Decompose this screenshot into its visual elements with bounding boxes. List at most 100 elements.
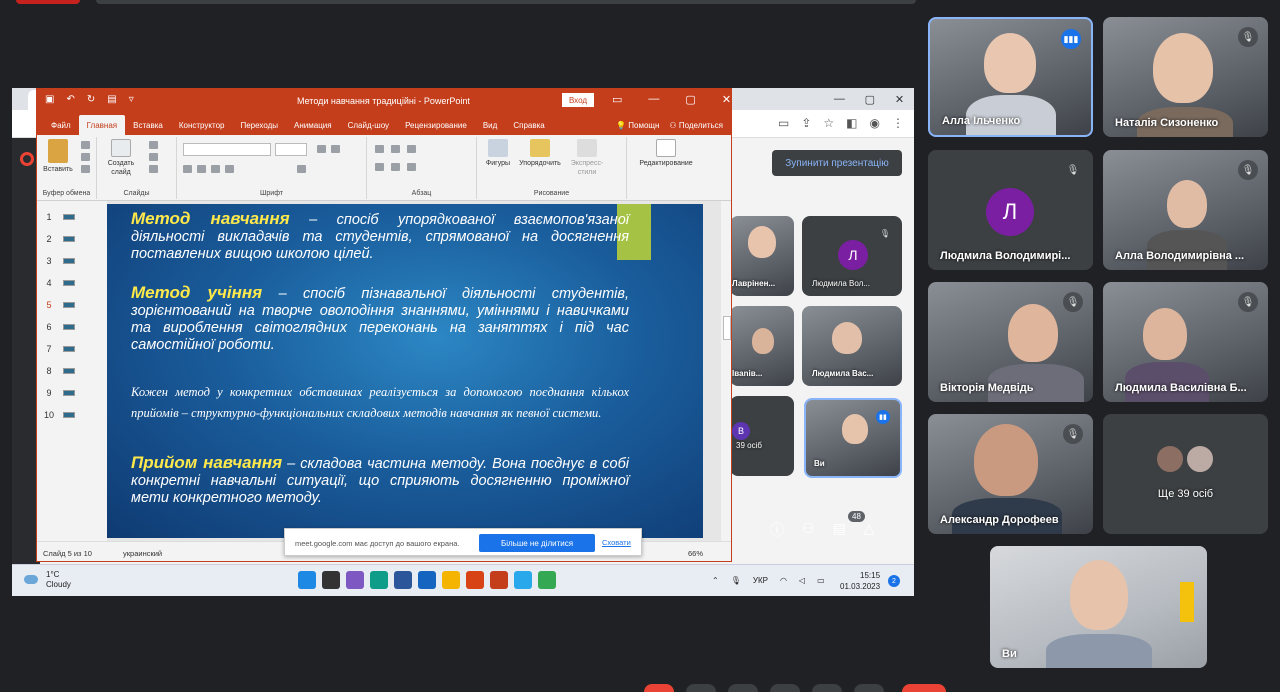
copy-icon[interactable] (81, 153, 90, 161)
self-view-tile[interactable]: Ви (990, 546, 1207, 668)
undo-icon[interactable]: ↶ (66, 94, 74, 105)
task-view-icon[interactable] (322, 571, 340, 589)
font-color-icon[interactable] (297, 165, 306, 173)
underline-icon[interactable] (211, 165, 220, 173)
microphone-icon[interactable]: 🎙 (731, 576, 741, 585)
start-icon[interactable] (298, 571, 316, 589)
hide-notice-link[interactable]: Сховати (602, 538, 631, 547)
italic-icon[interactable] (197, 165, 206, 173)
powerpoint-icon[interactable] (490, 571, 508, 589)
help-search[interactable]: 💡 Помощн (616, 121, 659, 130)
share-icon[interactable]: ⇪ (801, 116, 811, 130)
chevron-up-icon[interactable]: ⌃ (712, 576, 719, 585)
scroll-thumb[interactable] (723, 316, 731, 340)
slide-thumbnail[interactable]: 8 (37, 361, 107, 383)
battery-icon[interactable]: ▭ (817, 576, 825, 585)
close-icon[interactable]: ✕ (895, 93, 904, 106)
chrome-icon[interactable] (538, 571, 556, 589)
info-icon[interactable]: ⓘ (770, 520, 784, 540)
explorer-icon[interactable] (442, 571, 460, 589)
indent-icon[interactable] (407, 145, 416, 153)
weather-widget[interactable]: 1°C Cloudy (46, 570, 71, 590)
slide-thumbnail[interactable]: 1 (37, 207, 107, 229)
section-icon[interactable] (149, 165, 158, 173)
participant-tile-ludmyla-vol[interactable]: Л 🎙 Людмила Володимирі... (928, 150, 1093, 270)
camera-button[interactable] (686, 684, 716, 692)
slide-scrollbar[interactable] (721, 201, 731, 541)
strike-icon[interactable] (225, 165, 234, 173)
tab-file[interactable]: Файл (43, 121, 79, 135)
stop-presenting-button[interactable]: Зупинити презентацію (772, 150, 902, 176)
reset-icon[interactable] (149, 153, 158, 161)
ribbon-display-icon[interactable]: ▭ (612, 93, 622, 106)
telegram-icon[interactable] (514, 571, 532, 589)
mic-button[interactable] (644, 684, 674, 692)
teams-icon[interactable] (346, 571, 364, 589)
slide-thumbnail[interactable]: 4 (37, 273, 107, 295)
volume-icon[interactable]: ◁ (799, 576, 805, 585)
decrease-font-icon[interactable] (331, 145, 340, 153)
slide-thumbnail[interactable]: 6 (37, 317, 107, 339)
arrange-button[interactable]: Упорядочить (517, 139, 563, 168)
align-center-icon[interactable] (391, 163, 400, 171)
participant-tile-ludmyla-vas[interactable]: 🎙 Людмила Василівна Б... (1103, 282, 1268, 402)
leave-call-button[interactable] (902, 684, 946, 692)
participant-tile-alla-vol[interactable]: 🎙 Алла Володимирівна ... (1103, 150, 1268, 270)
more-options-button[interactable] (854, 684, 884, 692)
tab-slideshow[interactable]: Слайд-шоу (340, 121, 397, 135)
tab-design[interactable]: Конструктор (171, 121, 233, 135)
numbering-icon[interactable] (391, 145, 400, 153)
editing-button[interactable]: Редактирование (631, 139, 701, 168)
slide-thumbnail[interactable]: 7 (37, 339, 107, 361)
present-icon[interactable]: ▤ (107, 94, 116, 105)
quick-styles-button[interactable]: Экспресс-стили (567, 139, 607, 177)
participant-tile-alexander[interactable]: 🎙 Александр Дорофеев (928, 414, 1093, 534)
bullets-icon[interactable] (375, 145, 384, 153)
star-icon[interactable]: ☆ (823, 116, 834, 130)
people-button[interactable]: ⚇ 48 (802, 511, 865, 540)
participant-tile-natalia[interactable]: 🎙 Наталія Сизоненко (1103, 17, 1268, 137)
redo-icon[interactable]: ↻ (87, 94, 95, 105)
font-size-select[interactable] (275, 143, 307, 156)
font-name-select[interactable] (183, 143, 271, 156)
minimize-icon[interactable]: — (648, 93, 659, 106)
participant-tile-viktoria[interactable]: 🎙 Вікторія Медвідь (928, 282, 1093, 402)
tab-help[interactable]: Справка (505, 121, 552, 135)
tab-insert[interactable]: Вставка (125, 121, 171, 135)
tab-transitions[interactable]: Переходы (232, 121, 286, 135)
stop-sharing-button[interactable]: Більше не ділитися (479, 534, 595, 552)
layout-icon[interactable] (149, 141, 158, 149)
close-icon[interactable]: ✕ (722, 93, 731, 106)
chat-icon[interactable]: ▤ (833, 520, 846, 540)
bold-icon[interactable] (183, 165, 192, 173)
maximize-icon[interactable]: ▢ (865, 93, 875, 106)
participant-tile-more[interactable]: Ще 39 осіб (1103, 414, 1268, 534)
sign-in-button[interactable]: Вход (562, 93, 594, 107)
share-button[interactable]: ⚇ Поделиться (669, 121, 723, 130)
tab-animations[interactable]: Анимация (286, 121, 340, 135)
edge-icon[interactable] (370, 571, 388, 589)
slide-thumbnail[interactable]: 10 (37, 405, 107, 427)
participant-tile-alla-ilchenko[interactable]: ▮▮▮ Алла Ільченко (928, 17, 1093, 137)
app-icon[interactable] (466, 571, 484, 589)
tab-home[interactable]: Главная (78, 115, 126, 135)
save-icon[interactable]: ▣ (45, 94, 54, 105)
slide-thumbnail[interactable]: 2 (37, 229, 107, 251)
present-button[interactable] (812, 684, 842, 692)
tab-view[interactable]: Вид (475, 121, 505, 135)
minimize-icon[interactable]: — (834, 93, 845, 105)
format-painter-icon[interactable] (81, 165, 90, 173)
wifi-icon[interactable]: ◠ (780, 576, 787, 585)
cut-icon[interactable] (81, 141, 90, 149)
slide-thumbnail[interactable]: 3 (37, 251, 107, 273)
increase-font-icon[interactable] (317, 145, 326, 153)
leave-button-edge[interactable] (16, 0, 80, 4)
profile-icon[interactable]: ◉ (870, 116, 880, 130)
mail-icon[interactable] (418, 571, 436, 589)
sidebar-icon[interactable]: ◧ (846, 116, 857, 130)
shapes-button[interactable]: Фигуры (481, 139, 515, 168)
align-left-icon[interactable] (375, 163, 384, 171)
extension-icon[interactable]: ▭ (778, 116, 789, 130)
captions-button[interactable] (728, 684, 758, 692)
slide-thumbnail[interactable]: 5 (37, 295, 107, 317)
